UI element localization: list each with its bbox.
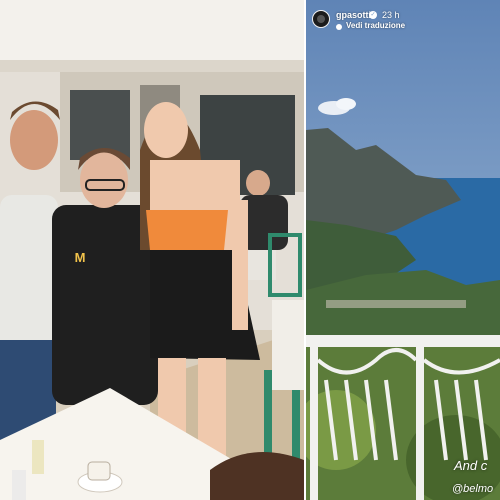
story-timestamp: 23 h — [382, 10, 400, 20]
story-mention[interactable]: @belmo — [452, 483, 493, 495]
profile-avatar[interactable] — [312, 10, 330, 28]
see-translation-link[interactable]: Vedi traduzione — [346, 21, 405, 30]
story-header: gpasotti ✓ 23 h Vedi traduzione — [306, 0, 500, 40]
story-username[interactable]: gpasotti — [336, 10, 371, 20]
story-caption: And c — [454, 458, 488, 473]
restaurant-photo — [0, 0, 304, 500]
verified-badge-icon: ✓ — [369, 11, 377, 19]
translate-icon — [336, 24, 342, 30]
coast-photo — [306, 0, 500, 500]
left-photo-panel: M — [0, 0, 304, 500]
story-panel[interactable]: gpasotti ✓ 23 h Vedi traduzione And c @b… — [306, 0, 500, 500]
shirt-logo: M — [74, 250, 86, 265]
